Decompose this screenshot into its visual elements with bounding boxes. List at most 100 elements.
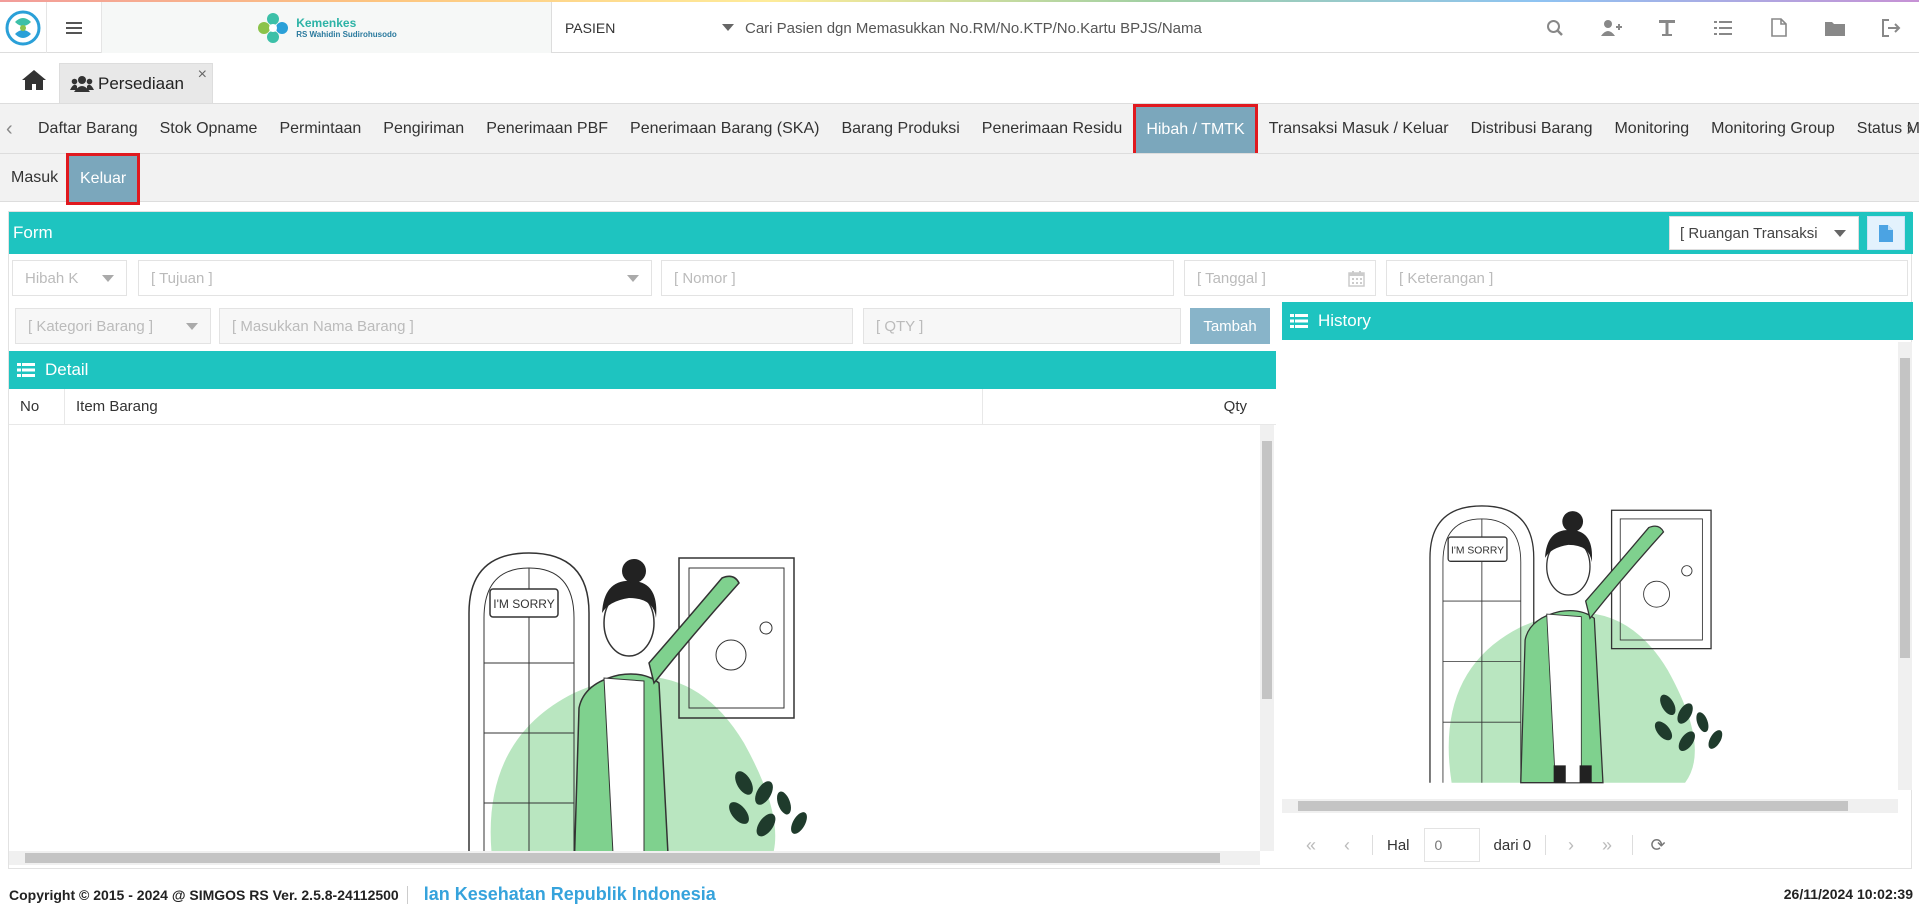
search-category-select[interactable]: PASIEN	[552, 2, 742, 53]
detail-grid-body: I'M SORRY	[9, 425, 1276, 851]
new-document-button[interactable]	[1867, 216, 1905, 250]
folder-icon[interactable]	[1807, 2, 1863, 53]
chevron-left-icon[interactable]: ‹	[6, 118, 13, 141]
scrollbar-thumb[interactable]	[25, 853, 1220, 863]
column-label: Qty	[1223, 398, 1247, 415]
last-page-icon[interactable]: »	[1596, 835, 1618, 856]
menu-item-monitoring-group[interactable]: Monitoring Group	[1700, 104, 1846, 153]
history-vertical-scrollbar[interactable]	[1898, 342, 1912, 790]
header-toolbar	[1527, 2, 1919, 53]
list-icon[interactable]	[1695, 2, 1751, 53]
menu-item-stok-opname[interactable]: Stok Opname	[149, 104, 269, 153]
history-grid-body: I'M SORRY	[1282, 340, 1913, 820]
tab-persediaan[interactable]: Persediaan ×	[59, 63, 213, 103]
detail-vertical-scrollbar[interactable]	[1260, 425, 1274, 851]
scrollbar-thumb[interactable]	[1262, 441, 1272, 699]
history-header: History	[1282, 302, 1913, 340]
top-header: Kemenkes RS Wahidin Sudirohusodo PASIEN	[0, 0, 1919, 53]
menu-item-barang-produksi[interactable]: Barang Produksi	[830, 104, 970, 153]
chevron-down-icon	[627, 275, 639, 282]
menu-item-transaksi-masuk-keluar[interactable]: Transaksi Masuk / Keluar	[1258, 104, 1460, 153]
scrollbar-thumb[interactable]	[1900, 358, 1910, 658]
pager-divider	[1632, 835, 1634, 855]
menu-item-daftar-barang[interactable]: Daftar Barang	[27, 104, 149, 153]
empty-state-illustration: I'M SORRY	[1429, 505, 1723, 784]
jenis-hibah-value: Hibah K	[25, 269, 79, 287]
text-icon[interactable]	[1639, 2, 1695, 53]
pager-divider	[1372, 835, 1373, 855]
subtab-masuk[interactable]: Masuk	[11, 154, 58, 202]
page-tab-bar: Persediaan ×	[0, 54, 1919, 104]
detail-horizontal-scrollbar[interactable]	[9, 851, 1260, 865]
footer: Copyright © 2015 - 2024 @ SIMGOS RS Ver.…	[0, 880, 1919, 909]
menu-item-penerimaan-barang-ska[interactable]: Penerimaan Barang (SKA)	[619, 104, 830, 153]
simgos-logo-icon	[5, 10, 41, 45]
menu-item-label: Penerimaan PBF	[486, 120, 609, 137]
hamburger-menu-button[interactable]	[47, 2, 102, 53]
keterangan-placeholder: [ Keterangan ]	[1399, 269, 1494, 287]
menu-item-permintaan[interactable]: Permintaan	[268, 104, 372, 153]
scrollbar-thumb[interactable]	[1298, 801, 1848, 811]
subtab-keluar[interactable]: Keluar	[66, 153, 141, 205]
footer-divider	[406, 885, 408, 904]
menu-item-label: Permintaan	[279, 120, 362, 137]
tambah-button[interactable]: Tambah	[1190, 308, 1270, 344]
app-logo[interactable]	[0, 2, 47, 53]
column-header-qty[interactable]: Qty	[983, 389, 1276, 425]
list-icon	[17, 363, 35, 377]
chevron-right-icon[interactable]: ›	[1906, 118, 1913, 141]
menu-item-penerimaan-residu[interactable]: Penerimaan Residu	[971, 104, 1134, 153]
nama-barang-input[interactable]: [ Masukkan Nama Barang ]	[219, 308, 853, 344]
first-page-icon[interactable]: «	[1300, 835, 1322, 856]
history-horizontal-scrollbar[interactable]	[1282, 799, 1898, 813]
refresh-icon[interactable]: ⟳	[1647, 835, 1669, 856]
detail-title: Detail	[45, 360, 89, 379]
menu-item-penerimaan-pbf[interactable]: Penerimaan PBF	[475, 104, 619, 153]
patient-search-input[interactable]	[745, 10, 1505, 46]
add-user-icon[interactable]	[1583, 2, 1639, 53]
kategori-barang-select[interactable]: [ Kategori Barang ]	[15, 308, 211, 344]
qty-input[interactable]: [ QTY ]	[863, 308, 1181, 344]
brand-title: Kemenkes	[296, 15, 357, 30]
menu-item-distribusi-barang[interactable]: Distribusi Barang	[1460, 104, 1604, 153]
page-number-input[interactable]	[1423, 828, 1480, 862]
previous-page-icon[interactable]: ‹	[1336, 835, 1358, 856]
menu-items: Daftar Barang Stok Opname Permintaan Pengir…	[27, 104, 1919, 153]
logout-icon[interactable]	[1863, 2, 1919, 53]
running-text: lan Kesehatan Republik Indonesia	[423, 884, 716, 904]
close-icon[interactable]: ×	[198, 66, 207, 84]
menu-item-label: Monitoring Group	[1711, 120, 1835, 137]
column-header-no[interactable]: No	[9, 389, 65, 425]
nomor-input[interactable]: [ Nomor ]	[661, 260, 1174, 296]
next-page-icon[interactable]: ›	[1560, 835, 1582, 856]
chevron-down-icon	[102, 275, 114, 282]
menu-item-label: Penerimaan Residu	[981, 120, 1123, 137]
form-header: Form	[9, 212, 1913, 254]
chevron-down-icon	[1834, 230, 1846, 237]
column-label: Item Barang	[76, 398, 158, 415]
pdf-icon[interactable]	[1751, 2, 1807, 53]
tujuan-select[interactable]: [ Tujuan ]	[138, 260, 652, 296]
list-icon	[1290, 314, 1308, 328]
menu-item-hibah-tmtk[interactable]: Hibah / TMTK	[1133, 104, 1258, 153]
nomor-placeholder: [ Nomor ]	[674, 269, 736, 287]
column-header-item-barang[interactable]: Item Barang	[65, 389, 983, 425]
detail-header: Detail	[9, 351, 1276, 389]
search-icon[interactable]	[1527, 2, 1583, 53]
menu-item-label: Daftar Barang	[38, 120, 138, 137]
pager-divider	[1545, 835, 1547, 855]
menu-item-monitoring[interactable]: Monitoring	[1603, 104, 1700, 153]
ruangan-transaksi-select[interactable]: [ Ruangan Transaksi	[1669, 216, 1859, 250]
form-title: Form	[13, 223, 53, 242]
jenis-hibah-select[interactable]: Hibah K	[12, 260, 127, 296]
tanggal-input[interactable]: [ Tanggal ]	[1184, 260, 1376, 296]
kategori-placeholder: [ Kategori Barang ]	[28, 317, 154, 335]
menu-item-pengiriman[interactable]: Pengiriman	[372, 104, 475, 153]
history-pager: « ‹ Hal dari 0 › » ⟳	[1282, 820, 1913, 870]
home-button[interactable]	[14, 66, 54, 94]
tab-label: Persediaan	[98, 73, 185, 93]
module-menu-bar: ‹ Daftar Barang Stok Opname Permintaan Peng…	[0, 104, 1919, 154]
keterangan-input[interactable]: [ Keterangan ]	[1386, 260, 1908, 296]
search-category-value: PASIEN	[565, 19, 616, 36]
brand-subtitle: RS Wahidin Sudirohusodo	[296, 29, 397, 39]
